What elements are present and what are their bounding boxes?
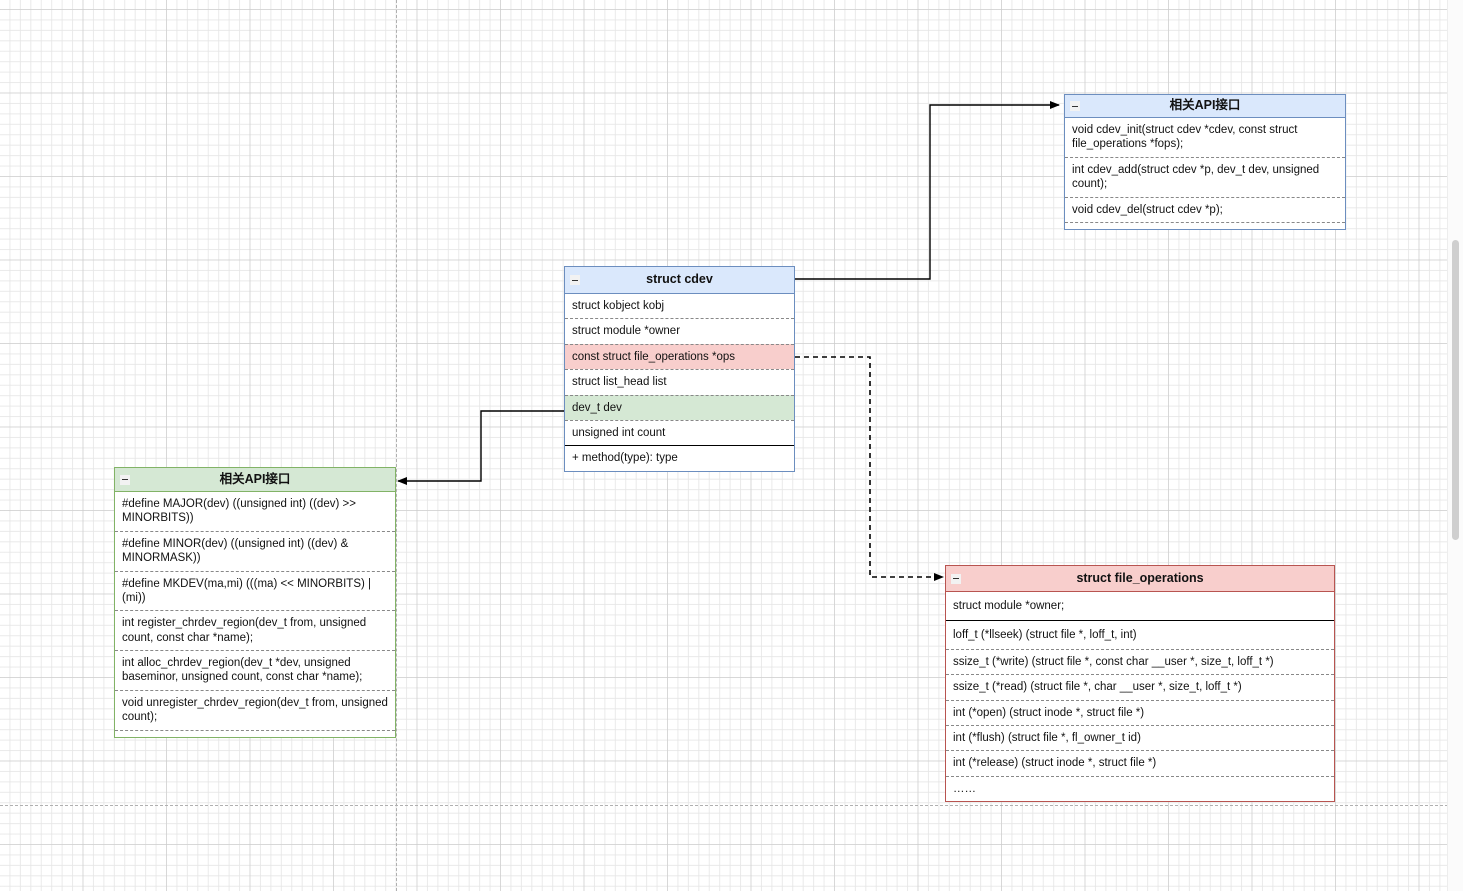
class-title-cdev-api[interactable]: 相关API接口: [1065, 95, 1345, 118]
class-title-struct-cdev[interactable]: struct cdev: [565, 267, 794, 294]
operation-row-ellipsis[interactable]: ……: [946, 775, 1334, 801]
minus-box-icon[interactable]: [951, 573, 961, 584]
operation-row[interactable]: int (*open) (struct inode *, struct file…: [946, 699, 1334, 725]
class-title-label: 相关API接口: [219, 471, 291, 486]
operation-row[interactable]: loff_t (*llseek) (struct file *, loff_t,…: [946, 620, 1334, 648]
minus-box-icon[interactable]: [120, 474, 130, 485]
class-box-devt-api[interactable]: 相关API接口 #define MAJOR(dev) ((unsigned in…: [114, 467, 396, 738]
attribute-row-ops[interactable]: const struct file_operations *ops: [565, 343, 794, 370]
operation-row[interactable]: ssize_t (*read) (struct file *, char __u…: [946, 674, 1334, 699]
attribute-row-owner[interactable]: struct module *owner;: [946, 592, 1334, 620]
api-row[interactable]: int cdev_add(struct cdev *p, dev_t dev, …: [1065, 156, 1345, 197]
attribute-row-dev[interactable]: dev_t dev: [565, 394, 794, 420]
class-box-struct-cdev[interactable]: struct cdev struct kobject kobj struct m…: [564, 266, 795, 472]
api-row[interactable]: #define MAJOR(dev) ((unsigned int) ((dev…: [115, 492, 395, 531]
page-break-vertical: [396, 0, 397, 891]
page-break-horizontal: [0, 805, 1463, 806]
operation-row[interactable]: ssize_t (*write) (struct file *, const c…: [946, 648, 1334, 674]
api-row[interactable]: int register_chrdev_region(dev_t from, u…: [115, 610, 395, 650]
attribute-row[interactable]: struct list_head list: [565, 369, 794, 394]
api-row[interactable]: int alloc_chrdev_region(dev_t *dev, unsi…: [115, 650, 395, 690]
class-title-label: 相关API接口: [1169, 98, 1241, 113]
operation-row[interactable]: int (*release) (struct inode *, struct f…: [946, 750, 1334, 775]
empty-compartment: [115, 729, 395, 737]
attribute-row[interactable]: struct module *owner: [565, 318, 794, 343]
empty-compartment: [1065, 221, 1345, 229]
class-title-file-operations[interactable]: struct file_operations: [946, 566, 1334, 592]
class-box-cdev-api[interactable]: 相关API接口 void cdev_init(struct cdev *cdev…: [1064, 94, 1346, 230]
api-row[interactable]: #define MINOR(dev) ((unsigned int) ((dev…: [115, 530, 395, 571]
api-row[interactable]: void unregister_chrdev_region(dev_t from…: [115, 689, 395, 730]
operation-row[interactable]: int (*flush) (struct file *, fl_owner_t …: [946, 724, 1334, 750]
class-box-file-operations[interactable]: struct file_operations struct module *ow…: [945, 565, 1335, 802]
attribute-row[interactable]: struct kobject kobj: [565, 294, 794, 318]
vertical-scrollbar-track[interactable]: [1447, 0, 1463, 891]
api-row[interactable]: #define MKDEV(ma,mi) (((ma) << MINORBITS…: [115, 570, 395, 611]
method-row[interactable]: + method(type): type: [565, 445, 794, 470]
vertical-scrollbar-thumb[interactable]: [1452, 240, 1459, 540]
api-row[interactable]: void cdev_init(struct cdev *cdev, const …: [1065, 118, 1345, 157]
minus-box-icon[interactable]: [570, 275, 580, 285]
attribute-row[interactable]: unsigned int count: [565, 419, 794, 445]
class-title-label: struct cdev: [646, 272, 713, 287]
api-row[interactable]: void cdev_del(struct cdev *p);: [1065, 196, 1345, 222]
minus-box-icon[interactable]: [1070, 101, 1080, 111]
class-title-label: struct file_operations: [1076, 570, 1204, 585]
class-title-devt-api[interactable]: 相关API接口: [115, 468, 395, 492]
